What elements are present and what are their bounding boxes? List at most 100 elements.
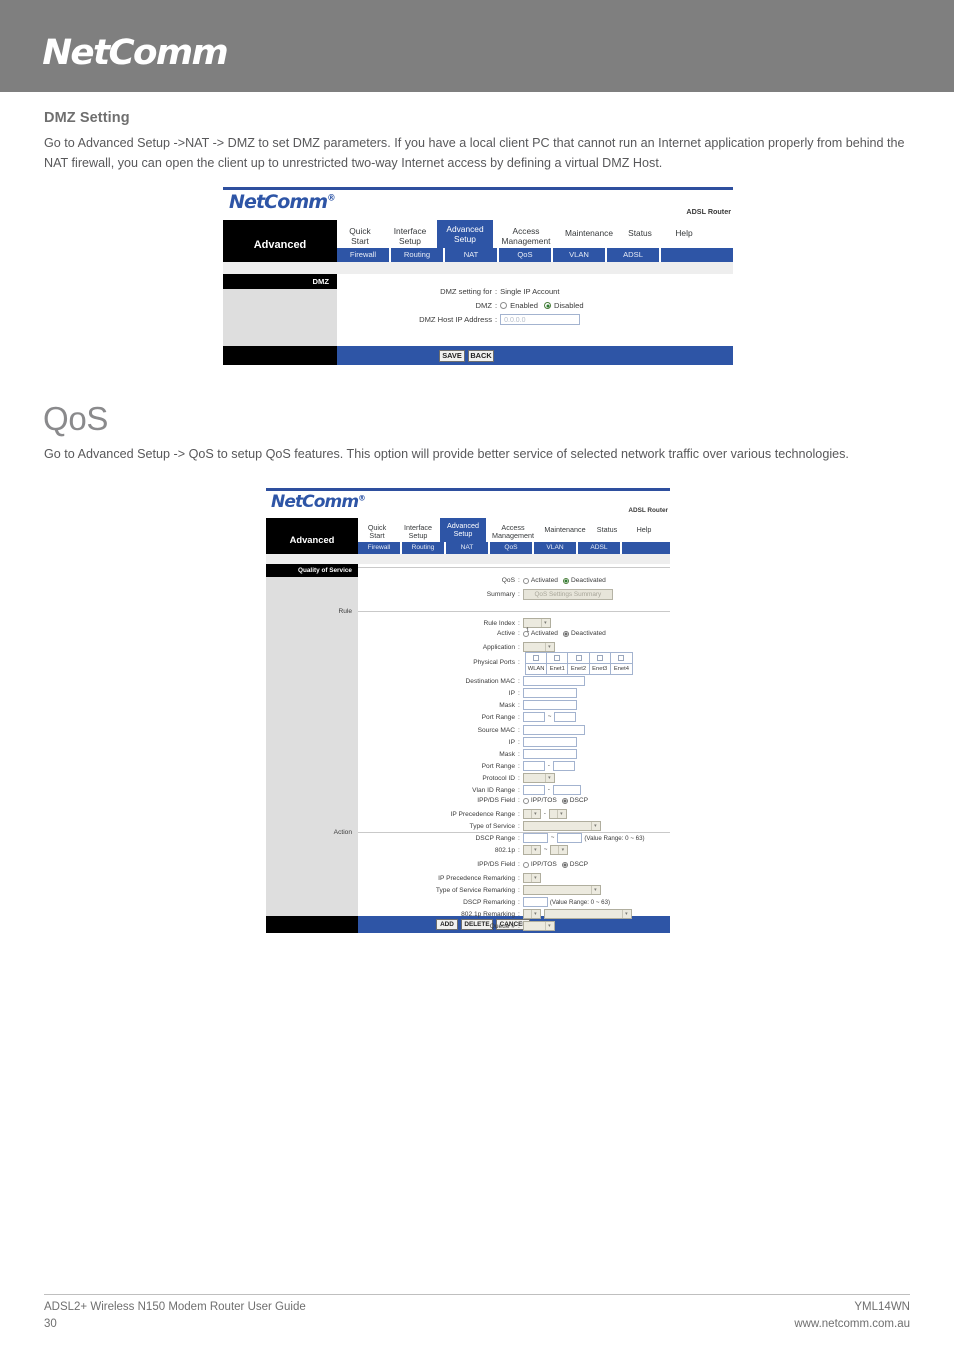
menu-advanced-setup[interactable]: Advanced Setup (437, 220, 493, 248)
chevron-down-icon: ▾ (544, 774, 553, 782)
protocol-id-select[interactable]: ▾ (522, 773, 555, 783)
enet4-checkbox[interactable] (618, 655, 625, 661)
rule-dscp-radio[interactable] (561, 797, 568, 804)
physical-port-checkbox-cell[interactable] (589, 653, 611, 664)
dot1p-remarking-detail-select[interactable]: ▾ (543, 909, 632, 919)
destination-ip-input[interactable] (522, 688, 577, 698)
menu-status[interactable]: Status (590, 524, 624, 534)
rule-index-select[interactable]: 1 ▾ (522, 618, 551, 634)
menu-quick-start[interactable]: Quick Start (337, 222, 383, 246)
dot1p-to-select[interactable]: ▾ (550, 845, 569, 855)
submenu-adsl[interactable]: ADSL (607, 248, 661, 262)
submenu-nat[interactable]: NAT (446, 542, 490, 554)
ip-precedence-from-select[interactable]: ▾ (522, 809, 541, 819)
source-port-to-input[interactable] (552, 761, 575, 771)
submenu-vlan[interactable]: VLAN (553, 248, 607, 262)
physical-port-name-cell: Enet4 (613, 666, 629, 672)
action-dscp-radio[interactable] (561, 861, 568, 868)
vlan-id-from-input[interactable] (522, 785, 545, 795)
menu-access-management[interactable]: Access Management (493, 222, 559, 246)
menu-advanced-setup[interactable]: Advanced Setup (440, 518, 486, 542)
submenu-qos[interactable]: QoS (499, 248, 553, 262)
menu-maintenance[interactable]: Maintenance (559, 229, 619, 239)
menu-help[interactable]: Help (661, 229, 707, 239)
rule-activated-radio[interactable] (522, 630, 529, 637)
queue-select[interactable]: ▾ (522, 921, 555, 931)
source-mask-input[interactable] (522, 749, 577, 759)
divider-top (358, 567, 670, 568)
physical-port-checkbox-cell[interactable] (610, 653, 632, 664)
menu-access-management[interactable]: Access Management (486, 520, 540, 541)
submenu-vlan[interactable]: VLAN (534, 542, 578, 554)
ui-logo-bar: NetComm® ADSL Router (266, 491, 670, 518)
dot1p-remarking-select[interactable]: ▾ (522, 909, 541, 919)
dmz-back-button[interactable]: BACK (468, 349, 494, 362)
destination-mac-row: Destination MAC : (358, 676, 585, 686)
dscp-remarking-input[interactable] (522, 897, 548, 907)
rule-ipptos-radio[interactable] (522, 797, 529, 804)
vlan-id-range-label: Vlan ID Range (472, 786, 515, 794)
menu-interface-setup[interactable]: Interface Setup (383, 222, 437, 246)
ui-menu-right: Quick Start Interface Setup Advanced Set… (337, 220, 733, 262)
menu-quick-start[interactable]: Quick Start (358, 520, 396, 541)
qos-deactivated-radio[interactable] (562, 577, 569, 584)
enet2-checkbox[interactable] (575, 655, 582, 661)
submenu-adsl[interactable]: ADSL (578, 542, 622, 554)
source-mac-input[interactable] (522, 725, 585, 735)
physical-port-checkbox-cell[interactable] (547, 653, 569, 664)
wlan-checkbox[interactable] (533, 655, 540, 661)
dot1p-remarking-row: 802.1p Remarking : ▾ ▾ (358, 909, 632, 919)
enet1-checkbox[interactable] (554, 655, 561, 661)
colon: : (518, 786, 520, 794)
dmz-enabled-radio[interactable] (500, 302, 508, 309)
menu-label-line1: Maintenance (565, 228, 613, 239)
destination-port-to-input[interactable] (554, 712, 577, 722)
menu-help[interactable]: Help (624, 524, 664, 534)
submenu-qos[interactable]: QoS (490, 542, 534, 554)
menu-label-line1: Status (596, 524, 618, 534)
type-of-service-select[interactable]: ▾ (522, 821, 601, 831)
submenu-nat[interactable]: NAT (445, 248, 499, 262)
rule-deactivated-radio[interactable] (562, 630, 569, 637)
submenu-firewall[interactable]: Firewall (358, 542, 402, 554)
enet3-checkbox[interactable] (596, 655, 603, 661)
qos-settings-summary-button[interactable]: QoS Settings Summary (522, 589, 613, 600)
destination-port-range-label: Port Range (481, 713, 515, 721)
qos-activated-radio[interactable] (522, 577, 529, 584)
dmz-disabled-radio[interactable] (544, 302, 551, 309)
action-ipptos-radio[interactable] (522, 861, 529, 868)
dot1p-from-select[interactable]: ▾ (522, 845, 541, 855)
menu-status[interactable]: Status (619, 229, 661, 239)
dscp-from-input[interactable] (522, 833, 548, 843)
dscp-range-row: DSCP Range : ~ (Value Range: 0 ~ 63) (358, 833, 645, 843)
menu-interface-setup[interactable]: Interface Setup (396, 520, 440, 541)
destination-mask-input[interactable] (522, 700, 577, 710)
menu-label-line1: Help (636, 524, 652, 534)
physical-port-checkbox-cell[interactable] (526, 653, 548, 664)
vlan-id-to-input[interactable] (552, 785, 581, 795)
destination-port-from-input[interactable] (522, 712, 545, 722)
dscp-to-input[interactable] (557, 833, 583, 843)
ip-precedence-remarking-select[interactable]: ▾ (522, 873, 541, 883)
source-mac-label: Source MAC (477, 726, 515, 734)
dscp-remarking-note: (Value Range: 0 ~ 63) (549, 898, 611, 906)
physical-port-checkbox-cell[interactable] (568, 653, 590, 664)
menu-maintenance[interactable]: Maintenance (540, 525, 590, 534)
footer-page-number: 30 (44, 1318, 57, 1330)
destination-mask-row: Mask : (358, 700, 577, 710)
application-row: Application : ▾ (358, 642, 555, 652)
footer-website: www.netcomm.com.au (794, 1318, 910, 1330)
submenu-firewall[interactable]: Firewall (337, 248, 391, 262)
submenu-routing[interactable]: Routing (391, 248, 445, 262)
dmz-host-ip-input[interactable]: 0.0.0.0 (500, 314, 581, 325)
source-ip-input[interactable] (522, 737, 577, 747)
application-select[interactable]: ▾ (522, 642, 555, 652)
ip-precedence-to-select[interactable]: ▾ (548, 809, 567, 819)
submenu-routing[interactable]: Routing (402, 542, 446, 554)
source-port-from-input[interactable] (522, 761, 545, 771)
destination-mac-input[interactable] (522, 676, 585, 686)
qos-form-area: QoS : Activated Deactivated Summary : Qo… (358, 564, 670, 931)
dmz-save-button[interactable]: SAVE (439, 349, 465, 362)
physical-port-name-cell: Enet1 (547, 664, 569, 674)
type-of-service-remarking-select[interactable]: ▾ (522, 885, 601, 895)
